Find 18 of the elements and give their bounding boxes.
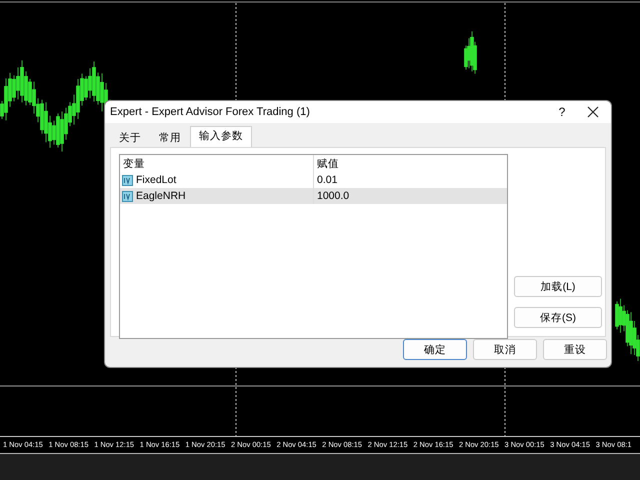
column-header: 变量	[122, 156, 145, 170]
side-button[interactable]: 加载(L)	[514, 276, 602, 297]
variable-icon	[122, 174, 133, 186]
table-cell-text: 1000.0	[316, 190, 350, 202]
table-row[interactable]: EagleNRH 1000.0	[120, 188, 507, 204]
tab[interactable]: 输入参数	[190, 126, 252, 147]
dialog-button[interactable]: 重设	[543, 339, 607, 360]
close-icon[interactable]	[587, 106, 599, 118]
table-cell: EagleNRH	[136, 190, 186, 202]
variable-icon	[122, 190, 133, 202]
window-title: Expert - Expert Advisor Forex Trading (1)	[110, 106, 311, 118]
dialog-button[interactable]: 取消	[473, 339, 537, 360]
side-button[interactable]: 保存(S)	[514, 307, 602, 328]
column-header: 赋值	[316, 156, 339, 170]
table-cell: FixedLot	[136, 174, 176, 186]
help-button[interactable]: ?	[547, 105, 577, 119]
dialog-button[interactable]: 确定	[403, 339, 467, 360]
table-cell-text: 0.01	[316, 174, 338, 186]
